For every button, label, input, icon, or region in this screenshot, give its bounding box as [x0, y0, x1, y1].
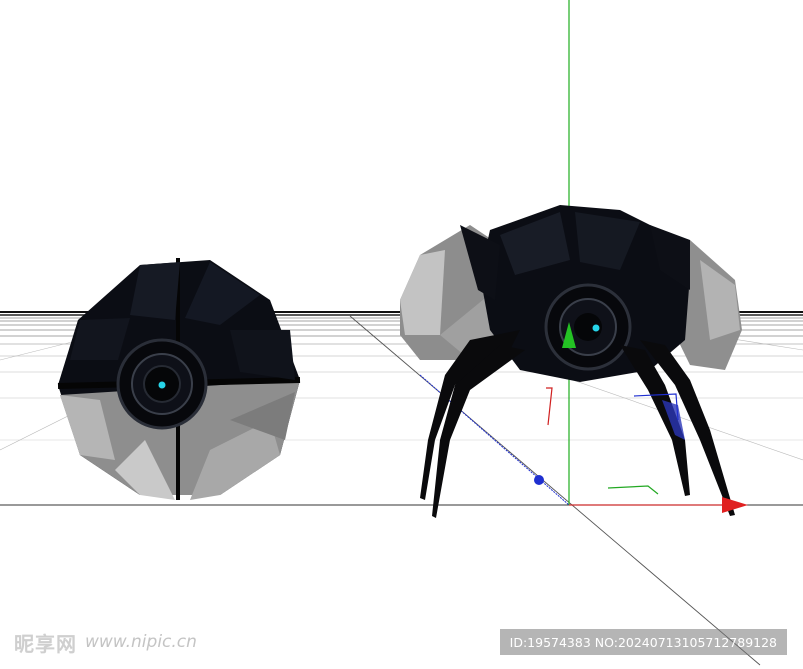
spider-model[interactable]	[400, 205, 742, 518]
watermark-id-badge: ID:19574383 NO:20240713105712789128	[499, 629, 787, 655]
x-axis-arrow-handle[interactable]	[722, 497, 748, 513]
y-rotation-marker	[607, 485, 659, 495]
3d-viewport[interactable]	[0, 0, 803, 669]
spider-pivot-dot	[592, 324, 600, 332]
watermark-id-text: ID:19574383 NO:20240713105712789128	[509, 634, 777, 650]
ball-model[interactable]	[57, 258, 301, 500]
x-rotation-marker	[546, 387, 553, 426]
z-axis-handle[interactable]	[534, 475, 544, 485]
ball-pivot-dot	[158, 381, 166, 389]
